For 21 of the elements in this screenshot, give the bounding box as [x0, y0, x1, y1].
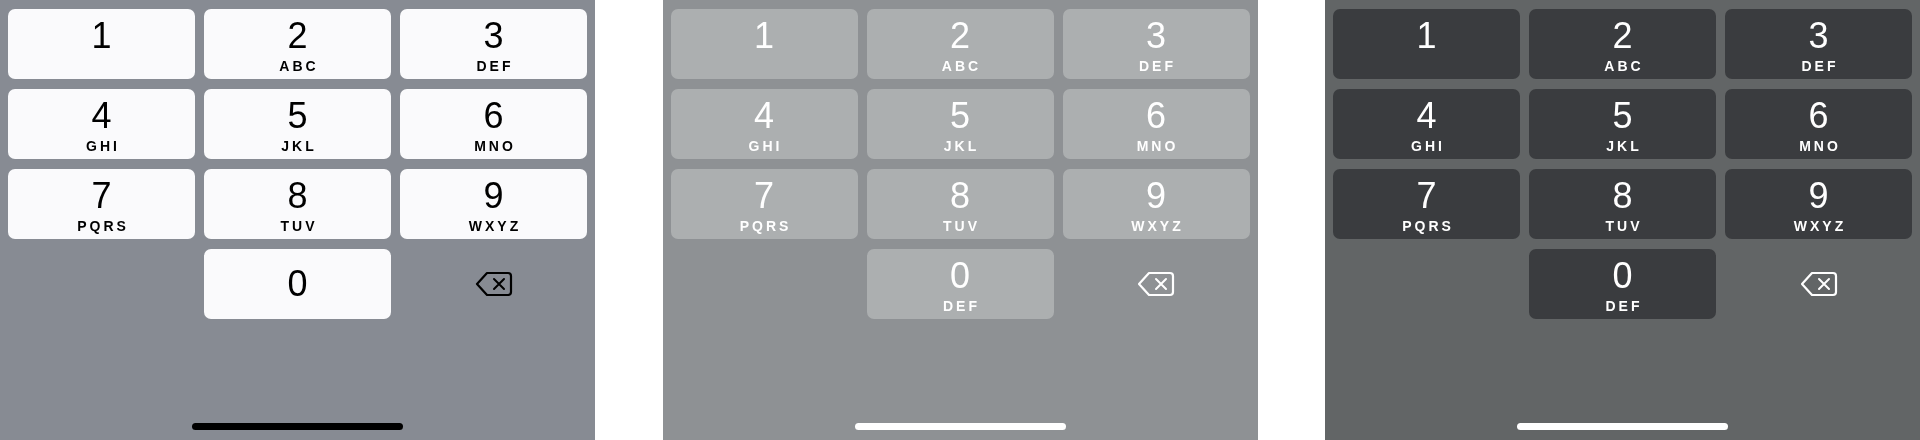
digit-key[interactable]: 2 ABC: [1529, 9, 1716, 79]
digit-key[interactable]: 0 DEF: [1529, 249, 1716, 319]
digit-key[interactable]: 9 WXYZ: [400, 169, 587, 239]
digit-key[interactable]: 9 WXYZ: [1725, 169, 1912, 239]
digit-key[interactable]: 5 JKL: [204, 89, 391, 159]
digit-key[interactable]: 8 TUV: [204, 169, 391, 239]
digit-key[interactable]: 3 DEF: [1725, 9, 1912, 79]
digit-key[interactable]: 1: [8, 9, 195, 79]
digit-key[interactable]: 1: [1333, 9, 1520, 79]
digit-key[interactable]: 6 MNO: [400, 89, 587, 159]
digit-key[interactable]: 3 DEF: [400, 9, 587, 79]
digit-key[interactable]: 0: [204, 249, 391, 319]
digit-key[interactable]: 5 JKL: [1529, 89, 1716, 159]
digit-key[interactable]: 2 ABC: [204, 9, 391, 79]
digit-key[interactable]: 8 TUV: [1529, 169, 1716, 239]
digit-key[interactable]: 4 GHI: [1333, 89, 1520, 159]
digit-key[interactable]: 7 PQRS: [1333, 169, 1520, 239]
digit-key[interactable]: 6 MNO: [1725, 89, 1912, 159]
digit-key[interactable]: 7 PQRS: [8, 169, 195, 239]
backspace-icon[interactable]: [474, 271, 513, 297]
digit-key[interactable]: 4 GHI: [8, 89, 195, 159]
